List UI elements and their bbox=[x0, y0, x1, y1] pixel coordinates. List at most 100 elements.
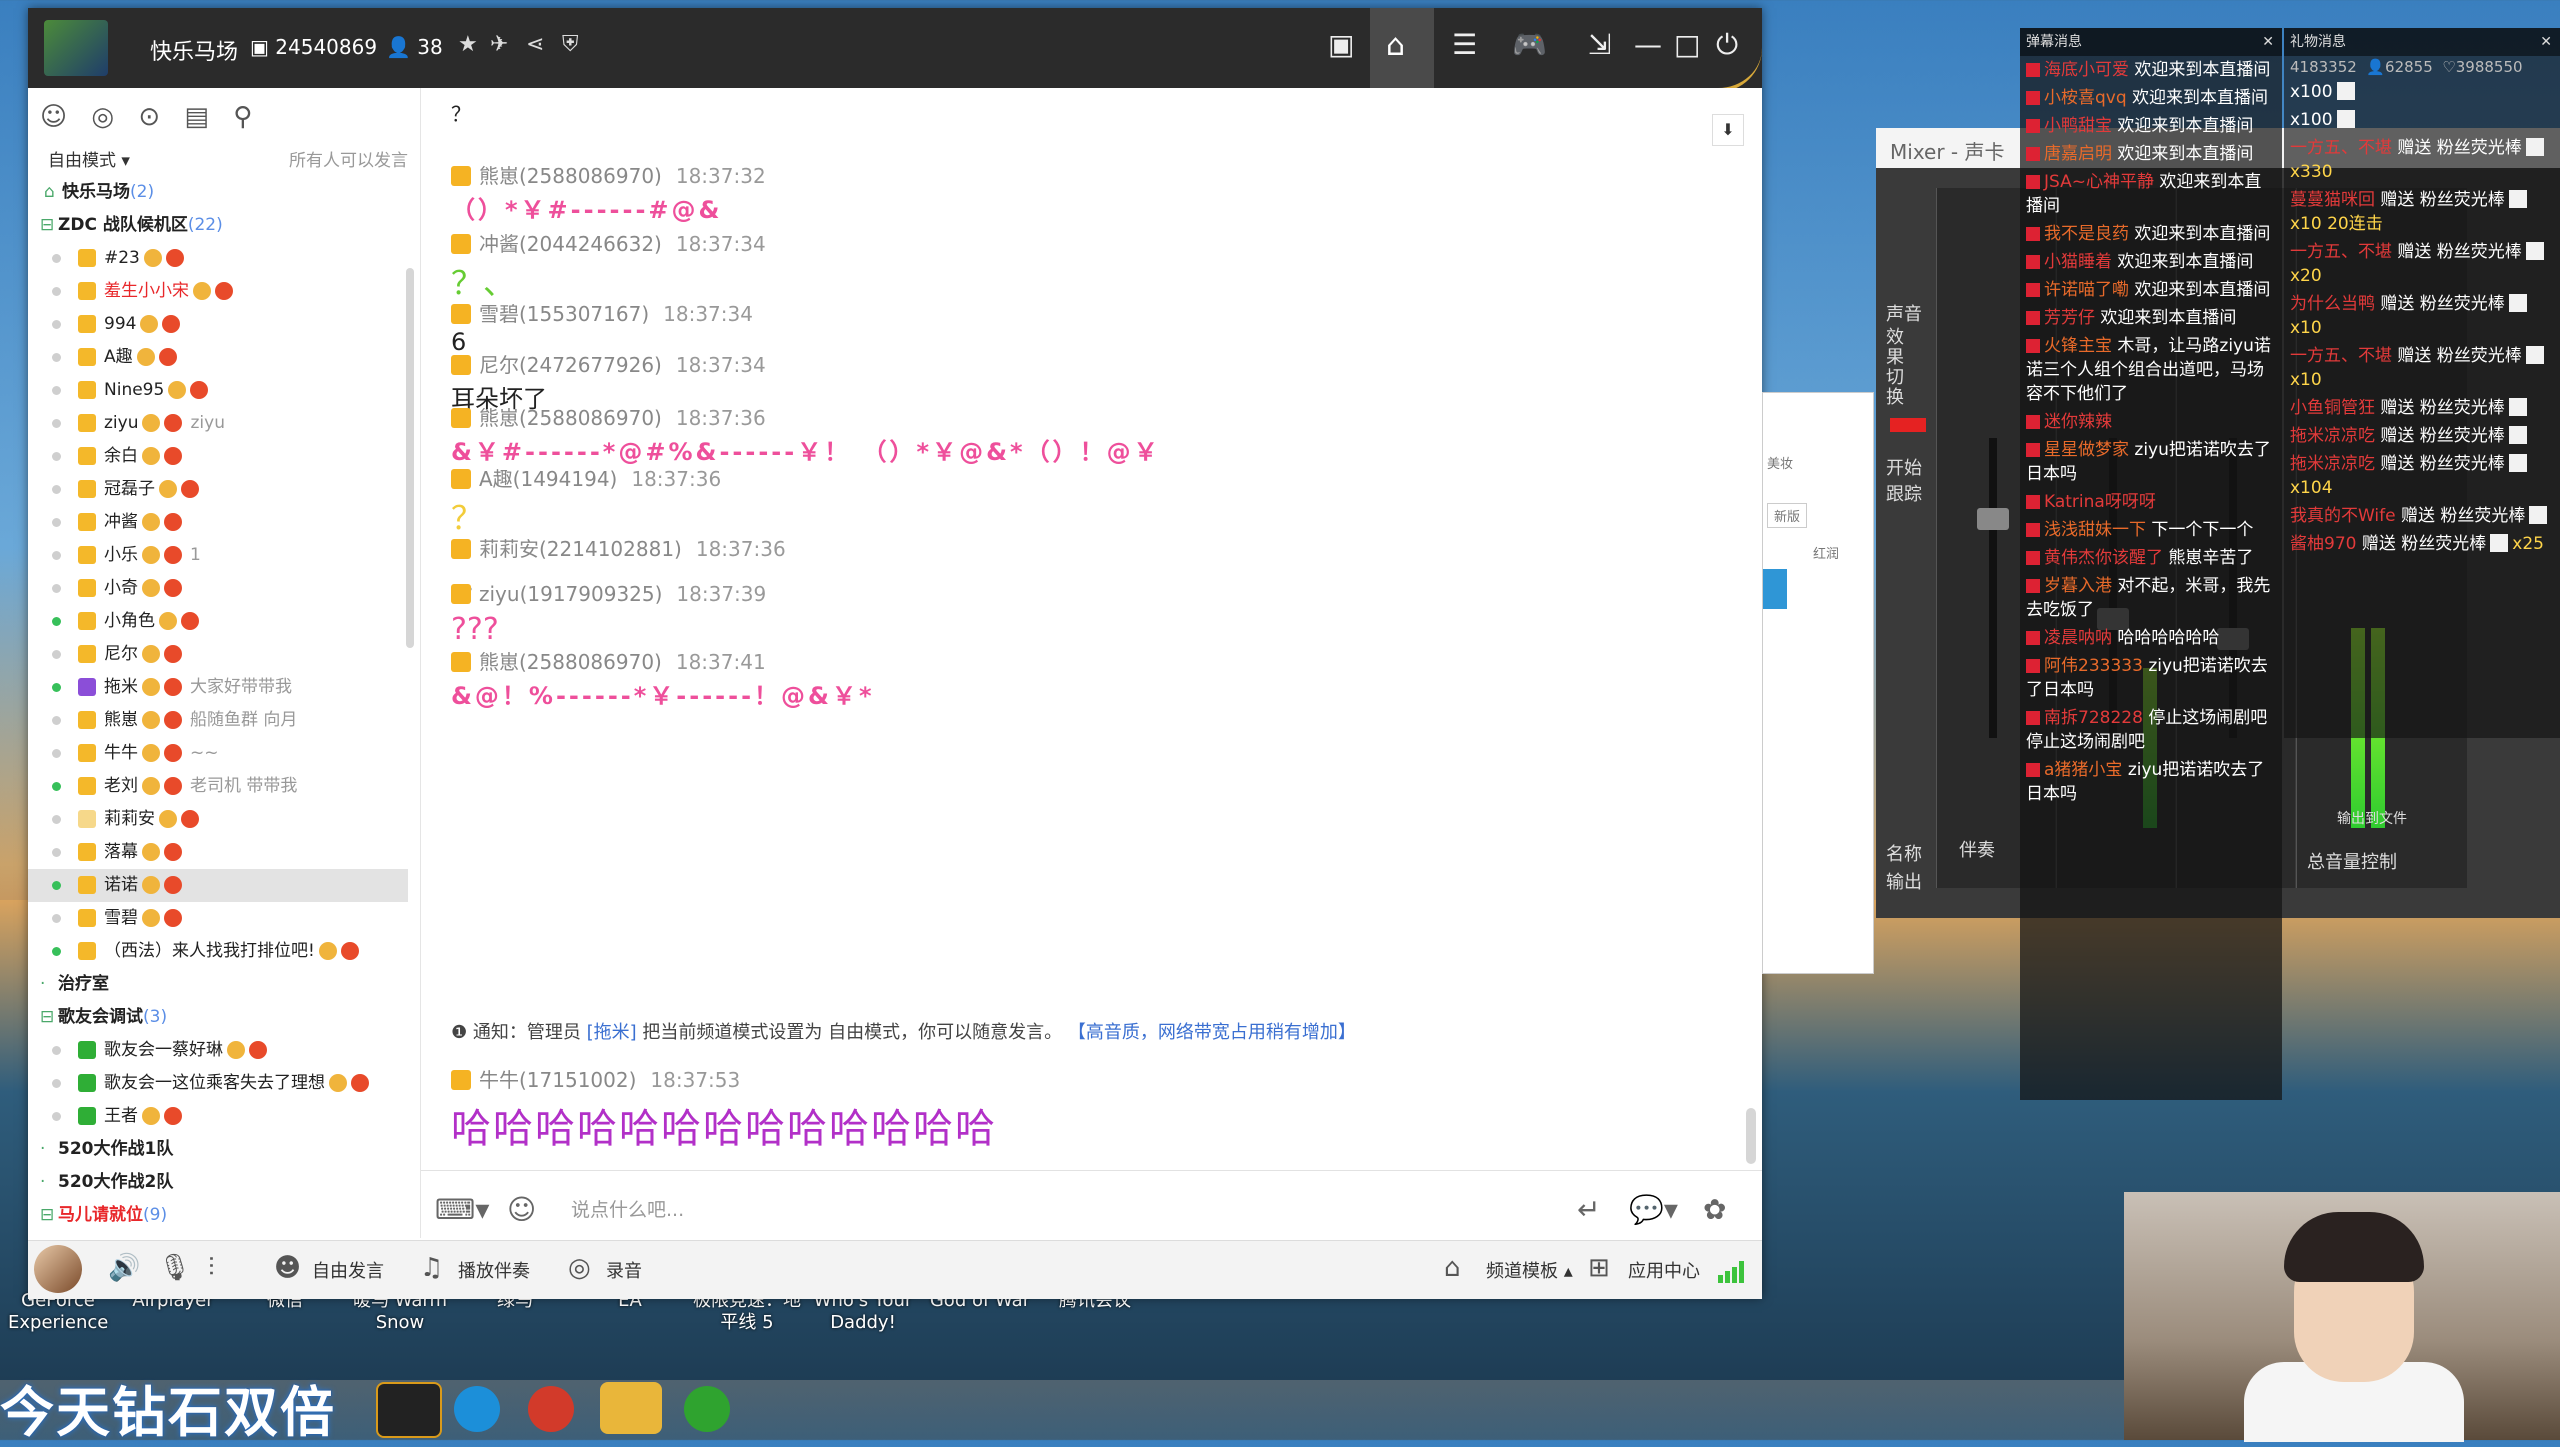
channel-avatar[interactable] bbox=[44, 20, 108, 76]
gamepad-emoji-icon[interactable]: ⌨▾ bbox=[435, 1193, 489, 1226]
search-icon[interactable]: ⚲ bbox=[233, 102, 252, 132]
gift-sender[interactable]: 为什么当鸭 bbox=[2290, 294, 2375, 314]
gift-sender[interactable]: 一方五、不堪 bbox=[2290, 346, 2392, 366]
headset-icon[interactable]: ◎ bbox=[91, 102, 114, 132]
expand-icon[interactable]: · bbox=[40, 968, 45, 1001]
free-speak-button[interactable]: 自由发言 bbox=[312, 1257, 384, 1283]
message-user[interactable]: 尼尔(2472677926) bbox=[479, 353, 662, 377]
user-row[interactable]: 小乐 1 bbox=[28, 539, 408, 572]
fader-knob[interactable] bbox=[1977, 508, 2009, 530]
output-to-file-button[interactable]: 输出到文件 bbox=[2337, 808, 2407, 828]
taskbar-app-icon[interactable] bbox=[600, 1382, 662, 1434]
danmaku-user[interactable]: 凌晨呐呐 bbox=[2044, 628, 2112, 648]
channel-row[interactable]: · 520大作战1队 bbox=[28, 1133, 408, 1166]
danmaku-user[interactable]: a猪猪小宝 bbox=[2044, 760, 2122, 780]
danmaku-user[interactable]: 海底小可爱 bbox=[2044, 60, 2129, 80]
close-icon[interactable]: ✕ bbox=[2540, 28, 2552, 56]
user-icon[interactable]: ☺ bbox=[40, 102, 67, 132]
favorite-icon[interactable]: ★ bbox=[458, 32, 478, 57]
danmaku-user[interactable]: 火锋主宝 bbox=[2044, 336, 2112, 356]
message-user[interactable]: 雪碧(155307167) bbox=[479, 302, 649, 326]
expand-icon[interactable]: ⊟ bbox=[40, 1001, 54, 1034]
channel-row[interactable]: ⊟ ZDC 战队候机区(22) bbox=[28, 209, 408, 242]
user-row[interactable]: 雪碧 bbox=[28, 902, 408, 935]
danmaku-user[interactable]: 我不是良药 bbox=[2044, 224, 2129, 244]
admin-link[interactable]: [拖米] bbox=[587, 1022, 637, 1043]
gift-sender[interactable]: 我真的不Wife bbox=[2290, 506, 2396, 526]
channel-row[interactable]: · 治疗室 bbox=[28, 968, 408, 1001]
mode-select[interactable]: 自由模式 ▾ bbox=[48, 146, 130, 171]
user-row[interactable]: 余白 bbox=[28, 440, 408, 473]
scroll-down-button[interactable]: ⬇ bbox=[1712, 114, 1744, 146]
message-user[interactable]: ziyu(1917909325) bbox=[479, 582, 662, 606]
home-button[interactable]: ⌂ bbox=[1370, 8, 1434, 88]
message-user[interactable]: A趣(1494194) bbox=[479, 467, 617, 491]
location-icon[interactable]: ⊙ bbox=[138, 102, 160, 132]
user-row[interactable]: （西法）来人找我打排位吧! bbox=[28, 935, 408, 968]
danmaku-user[interactable]: 阿伟233333 bbox=[2044, 656, 2143, 676]
channel-row[interactable]: ⊟ 马儿请就位(9) bbox=[28, 1199, 408, 1232]
user-row[interactable]: 诺诺 bbox=[28, 869, 408, 902]
video-icon[interactable]: ▣ bbox=[1328, 28, 1354, 61]
expand-icon[interactable]: · bbox=[40, 1133, 45, 1166]
beauty-version-select[interactable]: 新版 bbox=[1767, 503, 1808, 528]
microphone-icon[interactable]: 🎙 bbox=[158, 1253, 191, 1283]
user-row[interactable]: 冠磊子 bbox=[28, 473, 408, 506]
channel-row[interactable]: · 520大作战2队 bbox=[28, 1166, 408, 1199]
danmaku-user[interactable]: JSA~心神平静 bbox=[2044, 172, 2154, 192]
user-row[interactable]: A趣 bbox=[28, 341, 408, 374]
user-row[interactable]: 冲酱 bbox=[28, 506, 408, 539]
gift-sender[interactable]: 小鱼铜管狂 bbox=[2290, 398, 2375, 418]
message-user[interactable]: 熊崽(2588086970) bbox=[479, 164, 662, 188]
danmaku-user[interactable]: 芳芳仔 bbox=[2044, 308, 2095, 328]
user-row[interactable]: 歌友会一这位乘客失去了理想 bbox=[28, 1067, 408, 1100]
speaker-icon[interactable]: 🔊 bbox=[108, 1253, 140, 1283]
taskbar-app-icon[interactable] bbox=[528, 1386, 574, 1432]
user-row[interactable]: 小角色 bbox=[28, 605, 408, 638]
chat-input[interactable]: 说点什么吧... bbox=[571, 1195, 684, 1222]
user-row[interactable]: 羞生小小宋 bbox=[28, 275, 408, 308]
danmaku-user[interactable]: 黄伟杰你该醒了 bbox=[2044, 548, 2163, 568]
danmaku-user[interactable]: 南拆728228 bbox=[2044, 708, 2143, 728]
record-button[interactable]: 录音 bbox=[606, 1257, 642, 1283]
expand-icon[interactable]: ⊟ bbox=[40, 209, 54, 242]
message-user[interactable]: 牛牛(17151002) bbox=[479, 1068, 636, 1092]
bubble-icon[interactable]: 💬▾ bbox=[1629, 1193, 1678, 1226]
message-user[interactable]: 熊崽(2588086970) bbox=[479, 650, 662, 674]
user-row[interactable]: 熊崽 船随鱼群 向月 bbox=[28, 704, 408, 737]
share-icon[interactable]: ⋖ bbox=[526, 32, 544, 57]
tree-scrollbar[interactable] bbox=[406, 268, 414, 648]
taskbar-app-icon[interactable] bbox=[376, 1382, 442, 1438]
board-icon[interactable]: ▤ bbox=[184, 102, 209, 132]
beauty-slider-handle[interactable] bbox=[1763, 569, 1787, 609]
danmaku-user[interactable]: 星星做梦家 bbox=[2044, 440, 2129, 460]
danmaku-user[interactable]: 小猫睡着 bbox=[2044, 252, 2112, 272]
danmaku-user[interactable]: 许诺喵了嘞 bbox=[2044, 280, 2129, 300]
gift-sender[interactable]: 一方五、不堪 bbox=[2290, 138, 2392, 158]
user-row[interactable]: 王者 bbox=[28, 1100, 408, 1133]
close-icon[interactable]: ✕ bbox=[2262, 28, 2274, 56]
my-avatar[interactable] bbox=[34, 1245, 82, 1293]
user-row[interactable]: Nine95 bbox=[28, 374, 408, 407]
danmaku-user[interactable]: 岁暮入港 bbox=[2044, 576, 2112, 596]
danmaku-user[interactable]: Katrina呀呀呀 bbox=[2044, 492, 2156, 512]
user-row[interactable]: 拖米 大家好带带我 bbox=[28, 671, 408, 704]
user-row[interactable]: 牛牛 ~~ bbox=[28, 737, 408, 770]
home-icon[interactable]: ⌂ bbox=[44, 176, 55, 209]
channel-template-button[interactable]: 频道模板 ▴ bbox=[1486, 1257, 1573, 1283]
user-row[interactable]: ziyu ziyu bbox=[28, 407, 408, 440]
plane-icon[interactable]: ✈ bbox=[490, 32, 508, 57]
user-row[interactable]: 尼尔 bbox=[28, 638, 408, 671]
message-user[interactable]: 冲酱(2044246632) bbox=[479, 232, 662, 256]
user-row[interactable]: 莉莉安 bbox=[28, 803, 408, 836]
list-icon[interactable]: ☰ bbox=[1452, 28, 1477, 61]
shield-icon[interactable]: ⛨ bbox=[562, 32, 579, 57]
channel-row[interactable]: ⊟ 歌友会调试(3) bbox=[28, 1001, 408, 1034]
user-row[interactable]: 994 bbox=[28, 308, 408, 341]
gift-sender[interactable]: 酱柚970 bbox=[2290, 534, 2356, 554]
user-row[interactable]: 老刘 老司机 带带我 bbox=[28, 770, 408, 803]
chat-scrollbar[interactable] bbox=[1746, 1108, 1756, 1164]
taskbar-app-icon[interactable] bbox=[684, 1386, 730, 1432]
gift-sender[interactable]: 拖米凉凉吃 bbox=[2290, 426, 2375, 446]
gift-sender[interactable]: 拖米凉凉吃 bbox=[2290, 454, 2375, 474]
